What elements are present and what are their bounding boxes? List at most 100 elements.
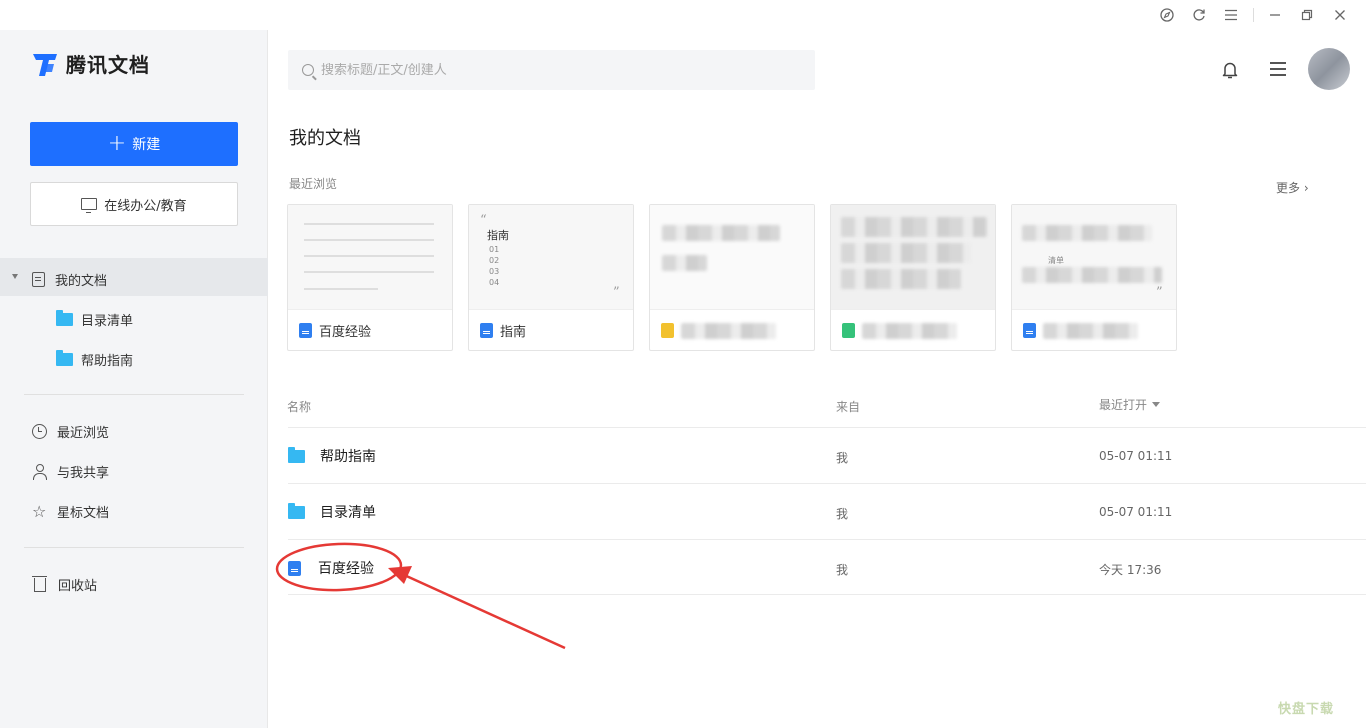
card-title: 指南 [500, 325, 527, 340]
row-from: 我 [836, 507, 849, 521]
list-menu-icon[interactable] [1270, 62, 1286, 76]
recent-card[interactable]: 百度经验 [287, 204, 453, 351]
card-title-blurred [681, 322, 776, 339]
folder-icon [56, 350, 73, 366]
thumb-item: 03 [489, 267, 500, 276]
table-row[interactable]: 帮助指南 我 05-07 01:11 [288, 427, 1366, 483]
card-thumbnail: 清单 ” [1012, 205, 1176, 310]
clock-icon [32, 424, 47, 439]
recent-card[interactable] [649, 204, 815, 351]
card-thumbnail [831, 205, 995, 310]
quote-close-icon: ” [1156, 285, 1163, 300]
sidebar-divider [24, 394, 244, 395]
my-docs-label: 我的文档 [55, 274, 108, 289]
monitor-icon [81, 198, 98, 213]
avatar[interactable] [1308, 48, 1350, 90]
compass-icon[interactable] [1158, 6, 1176, 24]
folder-label: 目录清单 [81, 314, 134, 329]
row-opened: 05-07 01:11 [1099, 505, 1173, 519]
page-title: 我的文档 [289, 128, 361, 149]
sidebar-item-trash[interactable]: 回收站 [32, 575, 97, 594]
sidebar-divider [24, 547, 244, 548]
card-thumbnail: “ 指南 01 02 03 04 ” [469, 205, 633, 310]
sort-down-icon [1152, 402, 1161, 407]
row-opened: 05-07 01:11 [1099, 449, 1173, 463]
document-icon [32, 272, 45, 287]
row-opened: 今天 17:36 [1099, 563, 1162, 577]
row-name: 帮助指南 [320, 449, 376, 465]
search-bar[interactable] [288, 50, 815, 90]
sidebar-item-recent[interactable]: 最近浏览 [32, 422, 109, 441]
quote-open-icon: “ [480, 213, 487, 228]
table-row[interactable]: 百度经验 我 今天 17:36 [288, 539, 1366, 595]
caret-down-icon[interactable] [12, 274, 18, 279]
online-office-button[interactable]: 在线办公/教育 [30, 182, 238, 226]
restore-icon[interactable] [1298, 6, 1316, 24]
recent-card[interactable]: 清单 ” [1011, 204, 1177, 351]
quote-close-icon: ” [613, 285, 620, 300]
column-header-opened-label: 最近打开 [1099, 398, 1148, 412]
close-icon[interactable] [1331, 6, 1349, 24]
title-bar [0, 0, 1366, 30]
sidebar-item-label: 与我共享 [57, 466, 110, 481]
table-row[interactable]: 目录清单 我 05-07 01:11 [288, 483, 1366, 539]
trash-icon [32, 575, 47, 592]
card-title: 百度经验 [319, 325, 372, 340]
column-header-from[interactable]: 来自 [836, 398, 860, 415]
sidebar-item-starred[interactable]: ☆ 星标文档 [32, 502, 109, 521]
doc-icon [288, 560, 301, 576]
thumb-item: 01 [489, 245, 500, 254]
sidebar-item-label: 星标文档 [57, 506, 110, 521]
new-button[interactable]: + 新建 [30, 122, 238, 166]
thumb-item: 04 [489, 278, 500, 287]
bell-icon[interactable] [1221, 60, 1239, 80]
card-title-blurred [862, 322, 957, 339]
folder-icon [56, 310, 73, 326]
plus-icon: + [107, 131, 127, 156]
row-name: 百度经验 [318, 561, 374, 577]
doc-icon [480, 323, 493, 338]
sidebar: 腾讯文档 + 新建 在线办公/教育 我的文档 目录清单 帮助指南 最近浏览 与我… [0, 30, 268, 728]
card-thumbnail [650, 205, 814, 310]
thumb-text: 清单 [1048, 256, 1064, 265]
sidebar-folder-help[interactable]: 帮助指南 [56, 350, 133, 369]
folder-icon [288, 502, 305, 519]
row-name: 目录清单 [320, 505, 376, 521]
folder-label: 帮助指南 [81, 354, 134, 369]
thumb-title: 指南 [487, 229, 509, 242]
slide-icon [842, 323, 855, 338]
card-title-blurred [1043, 322, 1138, 339]
sidebar-folder-catalog[interactable]: 目录清单 [56, 310, 133, 329]
column-header-opened[interactable]: 最近打开 [1099, 396, 1161, 413]
thumb-item: 02 [489, 256, 500, 265]
my-docs-label-wrap: 我的文档 [32, 270, 107, 289]
minimize-icon[interactable] [1266, 6, 1284, 24]
row-from: 我 [836, 563, 849, 577]
online-office-label: 在线办公/教育 [104, 198, 187, 214]
column-header-name[interactable]: 名称 [287, 398, 311, 415]
row-from: 我 [836, 451, 849, 465]
sidebar-item-shared[interactable]: 与我共享 [32, 462, 109, 481]
user-icon [32, 464, 47, 480]
sidebar-item-label: 回收站 [58, 579, 98, 594]
recent-card[interactable]: “ 指南 01 02 03 04 ” 指南 [468, 204, 634, 351]
doc-icon [299, 323, 312, 338]
new-button-label: 新建 [132, 137, 161, 153]
sheet-icon [661, 323, 674, 338]
folder-icon [288, 446, 305, 463]
app-logo[interactable]: 腾讯文档 [30, 48, 150, 78]
refresh-icon[interactable] [1190, 6, 1208, 24]
title-bar-divider [1253, 8, 1254, 22]
sidebar-item-label: 最近浏览 [57, 426, 110, 441]
more-link[interactable]: 更多 › [1276, 179, 1309, 196]
recent-card[interactable] [830, 204, 996, 351]
watermark: 快盘下载 [1278, 702, 1335, 717]
search-icon [302, 64, 314, 76]
recent-section-label: 最近浏览 [289, 177, 338, 191]
sidebar-item-my-docs[interactable]: 我的文档 [0, 258, 268, 296]
card-thumbnail [288, 205, 452, 310]
menu-icon[interactable] [1222, 6, 1240, 24]
search-input[interactable] [321, 62, 781, 78]
star-icon: ☆ [32, 501, 47, 521]
tencent-docs-logo-icon [30, 48, 60, 78]
